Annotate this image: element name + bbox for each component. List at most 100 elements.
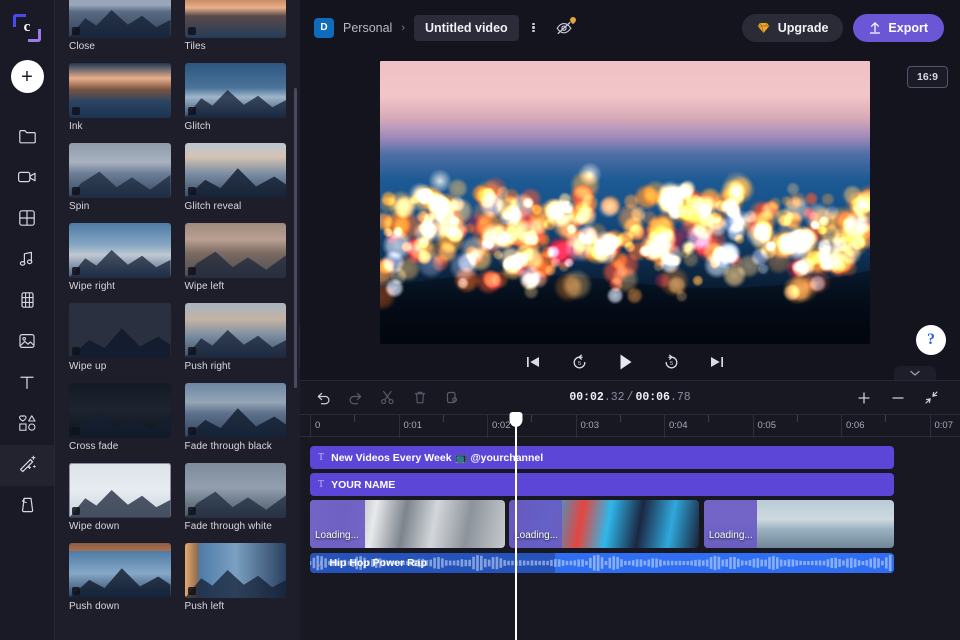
sidebar-item-stock-video[interactable] xyxy=(0,281,54,322)
fit-to-screen-button[interactable] xyxy=(918,385,945,410)
transition-item[interactable]: Wipe up xyxy=(69,303,171,383)
transition-thumbnail[interactable] xyxy=(184,63,286,118)
transition-item[interactable]: Wipe left xyxy=(184,223,286,303)
transition-thumbnail[interactable] xyxy=(184,0,286,38)
sidebar-item-graphics[interactable] xyxy=(0,404,54,445)
transition-item[interactable]: Push down xyxy=(69,543,171,623)
transition-thumbnail[interactable] xyxy=(184,303,286,358)
total-time: 00:06 xyxy=(635,391,670,404)
ruler-tick-major xyxy=(841,415,842,438)
transition-item[interactable]: Wipe right xyxy=(69,223,171,303)
help-button[interactable]: ? xyxy=(916,325,946,355)
trash-icon[interactable] xyxy=(406,385,433,410)
forward-icon[interactable]: 5 xyxy=(659,350,683,374)
video-clip[interactable]: Loading... xyxy=(703,500,895,548)
transition-item[interactable]: Push left xyxy=(184,543,286,623)
transition-thumbnail[interactable] xyxy=(184,223,286,278)
transition-thumbnail[interactable] xyxy=(69,223,171,278)
text-clip[interactable]: T YOUR NAME xyxy=(310,473,895,496)
duplicate-icon[interactable] xyxy=(438,385,465,410)
export-button[interactable]: Export xyxy=(853,13,944,42)
transition-item[interactable]: Glitch reveal xyxy=(184,143,286,223)
sidebar-item-text[interactable] xyxy=(0,363,54,404)
sidebar-item-stock-images[interactable] xyxy=(0,322,54,363)
transition-thumbnail[interactable] xyxy=(184,543,286,598)
transition-item[interactable]: Push right xyxy=(184,303,286,383)
add-media-button[interactable]: + xyxy=(10,60,44,93)
panel-collapse-handle[interactable] xyxy=(299,325,300,367)
transition-thumbnail[interactable] xyxy=(69,543,171,598)
transition-thumbnail[interactable] xyxy=(69,63,171,118)
zoom-out-button[interactable] xyxy=(884,385,911,410)
clip-label: Hip Hop Power Rap xyxy=(329,557,427,569)
avatar[interactable]: D xyxy=(314,17,334,38)
transition-thumbnail[interactable] xyxy=(184,143,286,198)
transition-badge xyxy=(72,587,80,595)
current-time: 00:02 xyxy=(569,391,604,404)
timeline-ruler[interactable]: 0 0:01 0:02 0:03 0:04 0:05 0:06 0:07 xyxy=(300,414,960,438)
play-icon[interactable] xyxy=(613,350,637,374)
skip-end-icon[interactable] xyxy=(705,350,729,374)
text-track-2: T YOUR NAME xyxy=(310,473,950,496)
scissors-icon[interactable] xyxy=(374,385,401,410)
more-options-icon[interactable] xyxy=(523,17,545,39)
audio-clip[interactable]: ♪ Hip Hop Power Rap xyxy=(310,553,895,573)
export-label: Export xyxy=(888,20,928,35)
film-icon xyxy=(17,290,37,310)
transition-item[interactable]: Glitch xyxy=(184,63,286,143)
video-preview[interactable] xyxy=(380,61,870,344)
transition-badge xyxy=(187,267,196,275)
aspect-ratio-button[interactable]: 16:9 xyxy=(906,66,948,88)
zoom-in-button[interactable] xyxy=(850,385,877,410)
transition-badge xyxy=(72,107,80,115)
transition-label: Push right xyxy=(184,361,231,372)
rewind-icon[interactable]: 5 xyxy=(567,350,591,374)
eye-off-icon[interactable] xyxy=(551,15,577,39)
transition-thumbnail[interactable] xyxy=(184,463,286,518)
skip-start-icon[interactable] xyxy=(521,350,545,374)
transition-badge xyxy=(187,587,196,595)
text-clip[interactable]: T New Videos Every Week 📺 @yourchannel xyxy=(310,446,895,469)
transition-item[interactable]: Fade through white xyxy=(184,463,286,543)
timeline-collapse-handle[interactable] xyxy=(894,366,936,380)
transition-thumbnail[interactable] xyxy=(184,383,286,438)
transition-thumbnail[interactable] xyxy=(69,383,171,438)
timeline-toolbar: 00:02.32/00:06.78 xyxy=(300,381,960,414)
transition-thumbnail[interactable] xyxy=(69,143,171,198)
sidebar-item-record-create[interactable] xyxy=(0,158,54,199)
transition-item[interactable]: Ink xyxy=(69,63,171,143)
rail-item-list xyxy=(0,117,54,527)
app-logo[interactable]: c xyxy=(0,0,55,55)
transition-label: Cross fade xyxy=(69,441,119,452)
audio-track: ♪ Hip Hop Power Rap xyxy=(310,553,950,573)
sidebar-item-your-media[interactable] xyxy=(0,117,54,158)
video-clip[interactable]: Loading... xyxy=(310,500,505,548)
panel-scrollbar[interactable] xyxy=(294,88,297,388)
transition-thumbnail[interactable] xyxy=(69,303,171,358)
transition-item[interactable]: Spin xyxy=(69,143,171,223)
transition-item[interactable]: Fade through black xyxy=(184,383,286,463)
clip-loading-label: Loading... xyxy=(315,530,359,541)
sidebar-item-brand-kit[interactable] xyxy=(0,486,54,527)
transition-item[interactable]: Tiles xyxy=(184,0,286,63)
redo-button[interactable] xyxy=(342,385,369,410)
upgrade-button[interactable]: Upgrade xyxy=(741,13,844,42)
transition-thumbnail[interactable] xyxy=(69,0,171,38)
diamond-icon xyxy=(757,22,770,34)
transition-item[interactable]: Wipe down xyxy=(69,463,171,543)
thumbnail-mountain xyxy=(69,245,171,278)
sidebar-item-music-sfx[interactable] xyxy=(0,240,54,281)
current-time-frac: .32 xyxy=(603,391,625,404)
sidebar-item-filters-transitions[interactable] xyxy=(0,445,54,486)
transition-label: Ink xyxy=(69,121,83,132)
transition-item[interactable]: Cross fade xyxy=(69,383,171,463)
templates-icon xyxy=(17,208,37,228)
breadcrumb-workspace[interactable]: Personal xyxy=(343,21,392,35)
svg-text:5: 5 xyxy=(669,361,672,367)
project-title-input[interactable]: Untitled video xyxy=(414,14,519,41)
video-clip[interactable]: Loading... xyxy=(509,500,700,548)
transition-thumbnail[interactable] xyxy=(69,463,171,518)
transition-item[interactable]: Close xyxy=(69,0,171,63)
undo-button[interactable] xyxy=(310,385,337,410)
sidebar-item-templates[interactable] xyxy=(0,199,54,240)
